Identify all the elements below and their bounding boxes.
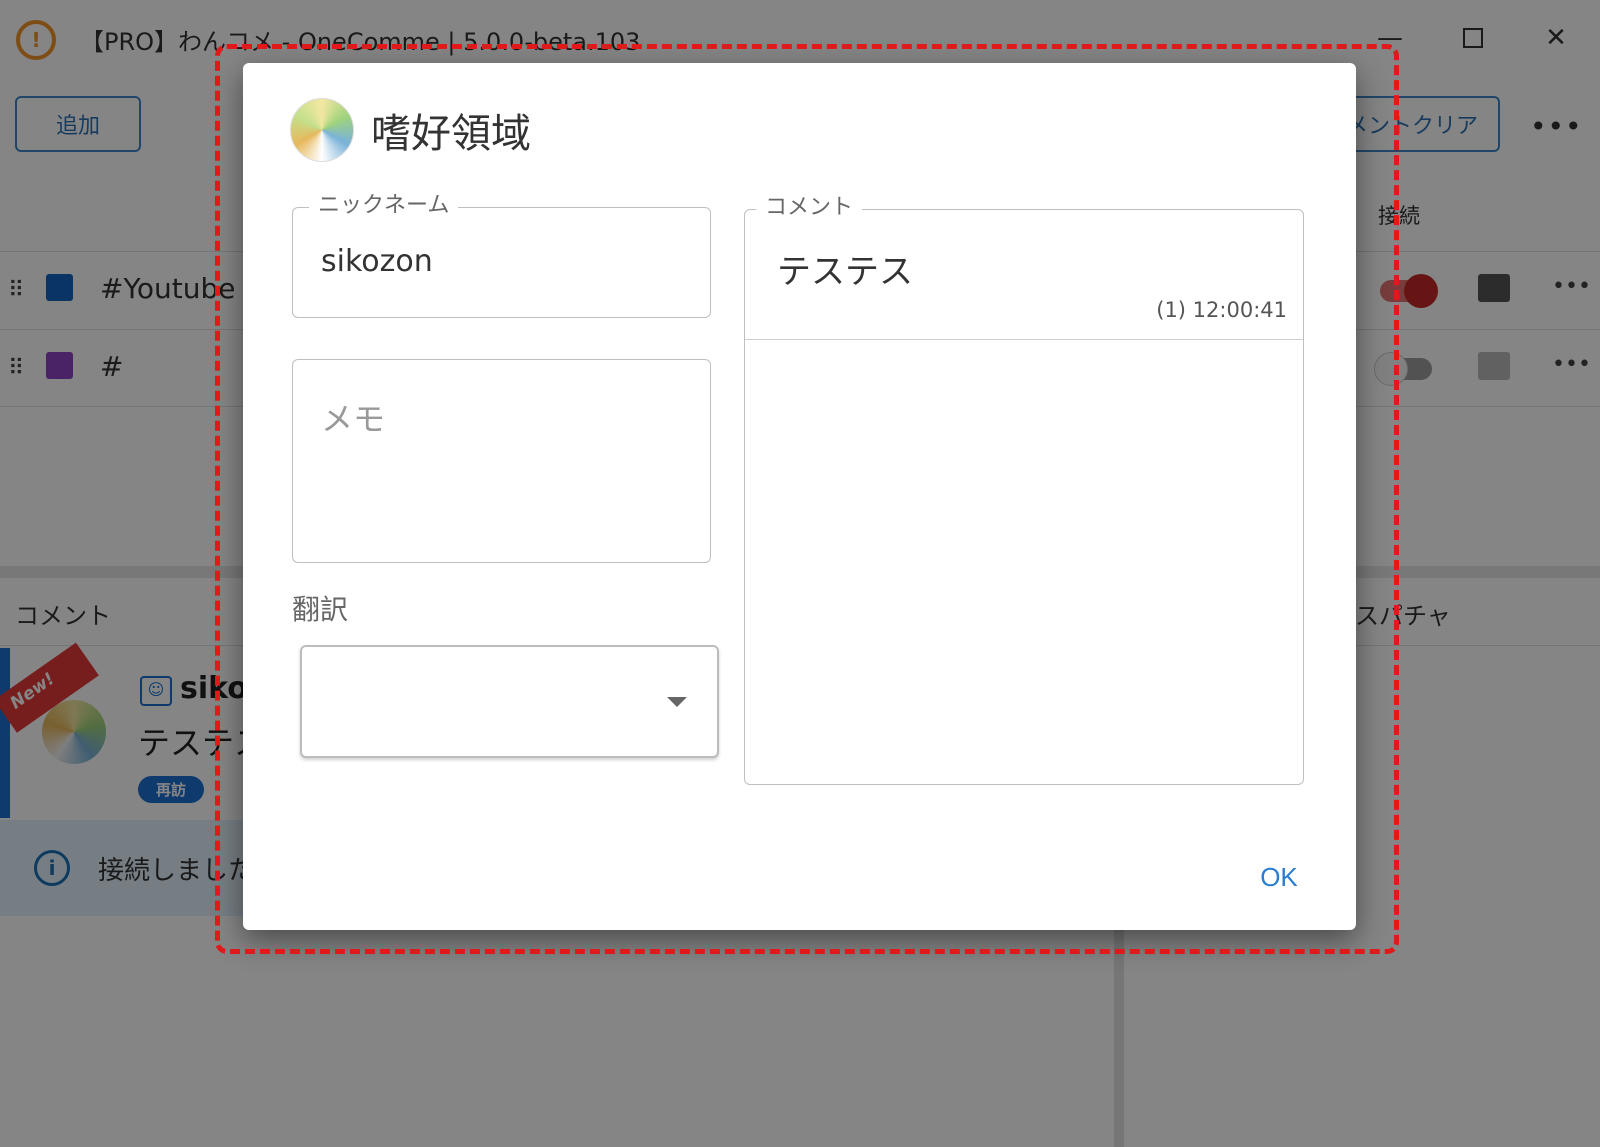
highlight-annotation xyxy=(215,44,1399,954)
